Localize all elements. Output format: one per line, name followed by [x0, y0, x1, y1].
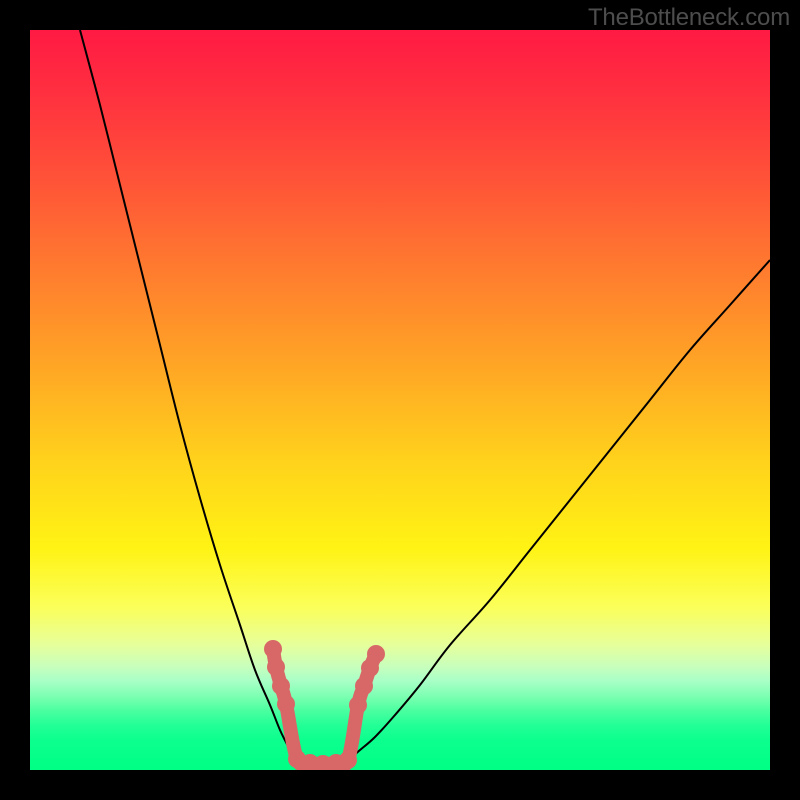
highlight-dot — [355, 677, 373, 695]
highlight-dot — [277, 695, 295, 713]
highlight-dot — [339, 751, 357, 769]
right-curve — [348, 260, 770, 760]
highlight-dot — [367, 645, 385, 663]
watermark-label: TheBottleneck.com — [588, 4, 790, 32]
chart-plot-area — [30, 30, 770, 770]
chart-svg-layer — [30, 30, 770, 770]
highlight-dot — [349, 696, 367, 714]
highlight-dot — [272, 677, 290, 695]
highlight-dot — [264, 640, 282, 658]
highlight-dot — [267, 658, 285, 676]
chart-outer-frame — [0, 0, 800, 800]
